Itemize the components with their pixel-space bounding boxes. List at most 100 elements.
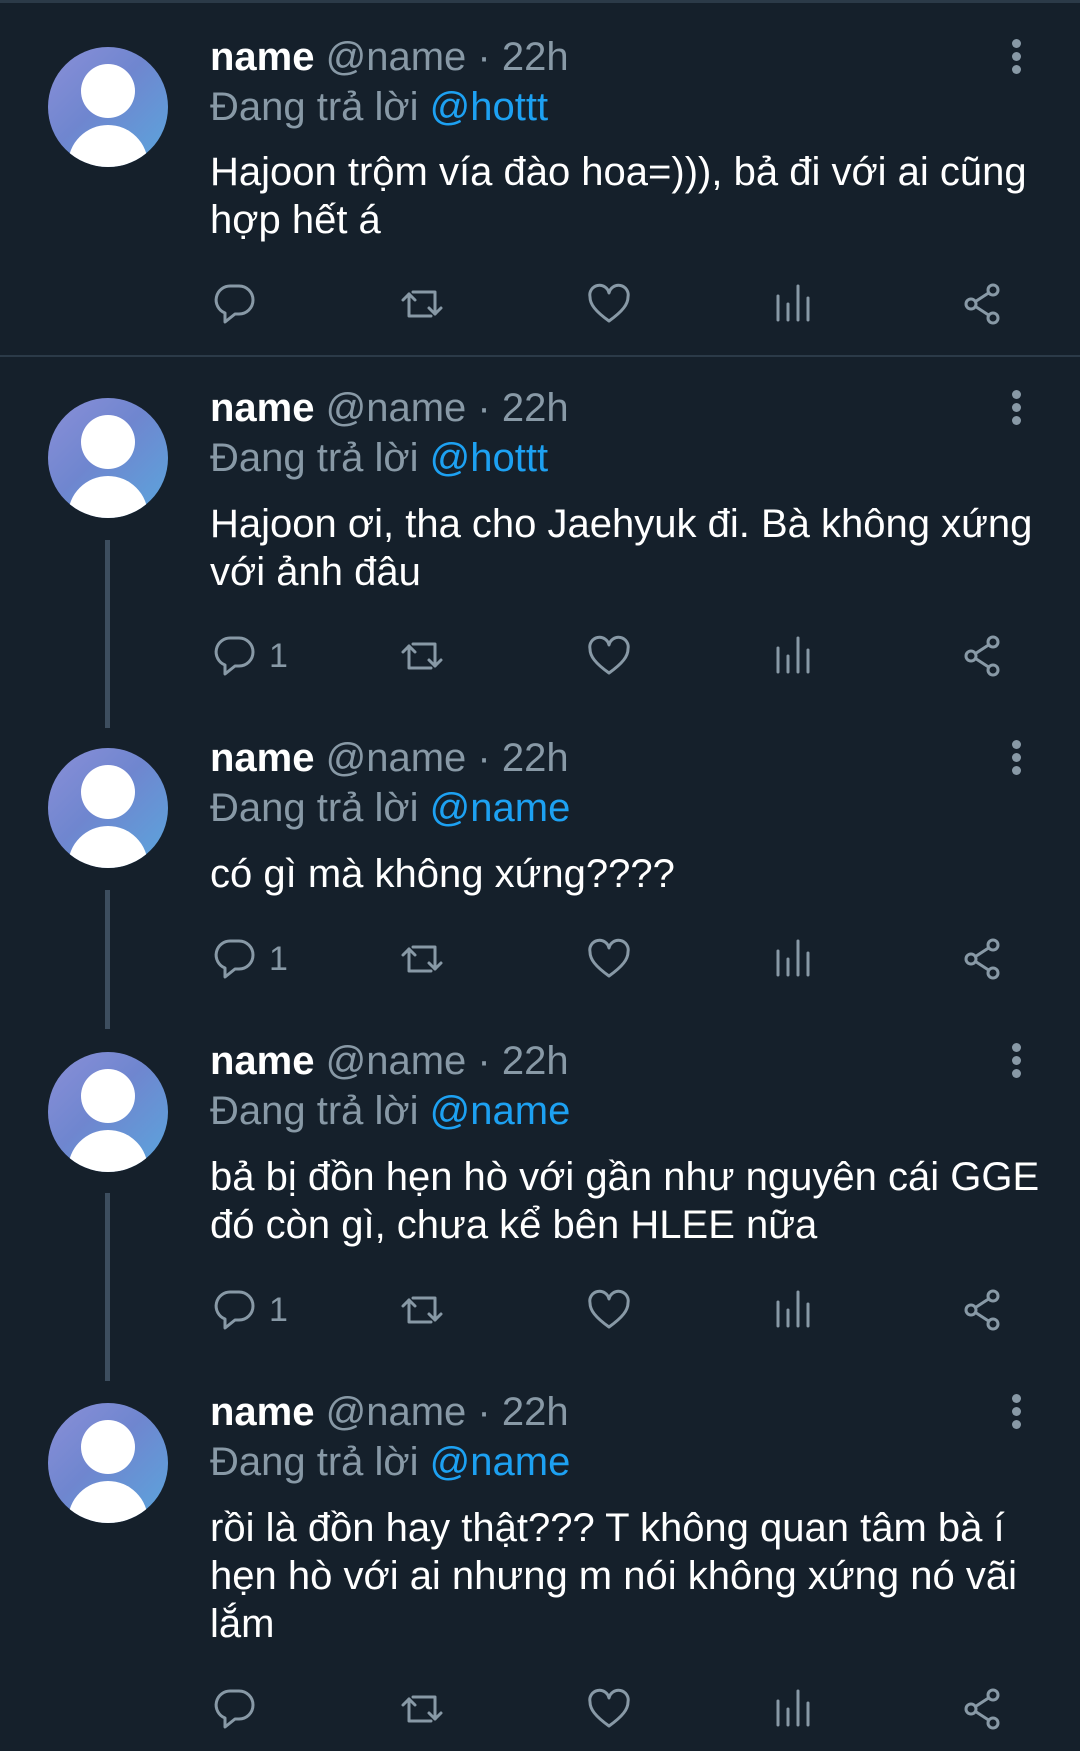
display-name[interactable]: name <box>210 1039 315 1083</box>
mention-link[interactable]: @name <box>430 1440 571 1484</box>
mention-link[interactable]: @name <box>430 1089 571 1133</box>
tweet-text: Hajoon ơi, tha cho Jaehyuk đi. Bà không … <box>210 502 1033 594</box>
reply-button[interactable] <box>211 1679 269 1739</box>
more-options-icon[interactable] <box>1006 388 1026 428</box>
more-options-icon[interactable] <box>1006 37 1026 77</box>
reply-count: 1 <box>269 939 288 978</box>
mention-link[interactable]: @hottt <box>430 85 548 129</box>
reply-icon <box>214 636 255 676</box>
separator: · <box>477 1390 491 1434</box>
more-options-icon[interactable] <box>1006 738 1026 778</box>
timestamp[interactable]: 22h <box>502 1390 569 1434</box>
retweet-icon <box>401 642 443 670</box>
replying-prefix: Đang trả lời <box>210 786 419 830</box>
stats-icon <box>776 284 810 322</box>
like-button[interactable] <box>585 1679 633 1739</box>
top-border <box>0 0 1080 3</box>
replying-to: Đang trả lời @name <box>210 1438 570 1486</box>
stats-icon <box>776 636 810 674</box>
share-button[interactable] <box>959 274 1007 334</box>
retweet-icon <box>401 290 443 318</box>
handle[interactable]: @name <box>326 35 467 79</box>
tweet-header: name @name · 22h <box>210 1037 569 1085</box>
retweet-button[interactable] <box>398 626 446 686</box>
reply-button[interactable]: 1 <box>211 1280 288 1340</box>
tweet-actions: 1 <box>0 626 1080 686</box>
like-icon <box>588 1688 630 1728</box>
display-name[interactable]: name <box>210 35 315 79</box>
share-icon <box>964 635 1000 677</box>
like-icon <box>588 283 630 323</box>
replying-to: Đang trả lời @hottt <box>210 434 548 482</box>
retweet-button[interactable] <box>398 929 446 989</box>
reply-count: 1 <box>269 1290 288 1329</box>
share-button[interactable] <box>959 1679 1007 1739</box>
timestamp[interactable]: 22h <box>502 386 569 430</box>
stats-button[interactable] <box>772 274 820 334</box>
tweet-text: bả bị đồn hẹn hò với gần như nguyên cái … <box>210 1155 1040 1247</box>
replying-prefix: Đang trả lời <box>210 436 419 480</box>
share-icon <box>964 283 1000 325</box>
more-options-icon[interactable] <box>1006 1392 1026 1432</box>
stats-button[interactable] <box>772 626 820 686</box>
stats-button[interactable] <box>772 929 820 989</box>
stats-icon <box>776 1290 810 1328</box>
display-name[interactable]: name <box>210 386 315 430</box>
stats-button[interactable] <box>772 1280 820 1340</box>
reply-icon <box>214 1290 255 1330</box>
share-button[interactable] <box>959 929 1007 989</box>
retweet-icon <box>401 945 443 973</box>
retweet-icon <box>401 1695 443 1723</box>
retweet-button[interactable] <box>398 1679 446 1739</box>
tweet-actions: 1 <box>0 1280 1080 1340</box>
avatar[interactable] <box>48 1052 168 1172</box>
separator: · <box>477 386 491 430</box>
timestamp[interactable]: 22h <box>502 35 569 79</box>
display-name[interactable]: name <box>210 1390 315 1434</box>
handle[interactable]: @name <box>326 1039 467 1083</box>
like-button[interactable] <box>585 626 633 686</box>
tweet-actions: 1 <box>0 929 1080 989</box>
tweet-actions <box>0 274 1080 334</box>
timestamp[interactable]: 22h <box>502 1039 569 1083</box>
reply-button[interactable]: 1 <box>211 626 288 686</box>
separator: · <box>477 736 491 780</box>
mention-link[interactable]: @hottt <box>430 436 548 480</box>
reply-icon <box>214 284 255 324</box>
avatar[interactable] <box>48 398 168 518</box>
share-icon <box>964 1289 1000 1331</box>
tweet-header: name @name · 22h <box>210 734 569 782</box>
reply-icon <box>214 1689 255 1729</box>
handle[interactable]: @name <box>326 736 467 780</box>
replying-prefix: Đang trả lời <box>210 1440 419 1484</box>
replying-to: Đang trả lời @name <box>210 1087 570 1135</box>
retweet-button[interactable] <box>398 1280 446 1340</box>
tweet-text: rồi là đồn hay thật??? T không quan tâm … <box>210 1506 1017 1646</box>
avatar[interactable] <box>48 1403 168 1523</box>
like-icon <box>588 1289 630 1329</box>
timestamp[interactable]: 22h <box>502 736 569 780</box>
reply-button[interactable]: 1 <box>211 929 288 989</box>
share-button[interactable] <box>959 1280 1007 1340</box>
mention-link[interactable]: @name <box>430 786 571 830</box>
share-button[interactable] <box>959 626 1007 686</box>
stats-button[interactable] <box>772 1679 820 1739</box>
like-button[interactable] <box>585 1280 633 1340</box>
separator: · <box>477 35 491 79</box>
like-icon <box>588 635 630 675</box>
avatar[interactable] <box>48 748 168 868</box>
retweet-button[interactable] <box>398 274 446 334</box>
stats-icon <box>776 1689 810 1727</box>
more-options-icon[interactable] <box>1006 1041 1026 1081</box>
like-button[interactable] <box>585 929 633 989</box>
tweet-header: name @name · 22h <box>210 1388 569 1436</box>
handle[interactable]: @name <box>326 386 467 430</box>
tweet-divider <box>0 355 1080 357</box>
like-icon <box>588 938 630 978</box>
reply-button[interactable] <box>211 274 269 334</box>
handle[interactable]: @name <box>326 1390 467 1434</box>
display-name[interactable]: name <box>210 736 315 780</box>
stats-icon <box>776 939 810 977</box>
like-button[interactable] <box>585 274 633 334</box>
avatar[interactable] <box>48 47 168 167</box>
